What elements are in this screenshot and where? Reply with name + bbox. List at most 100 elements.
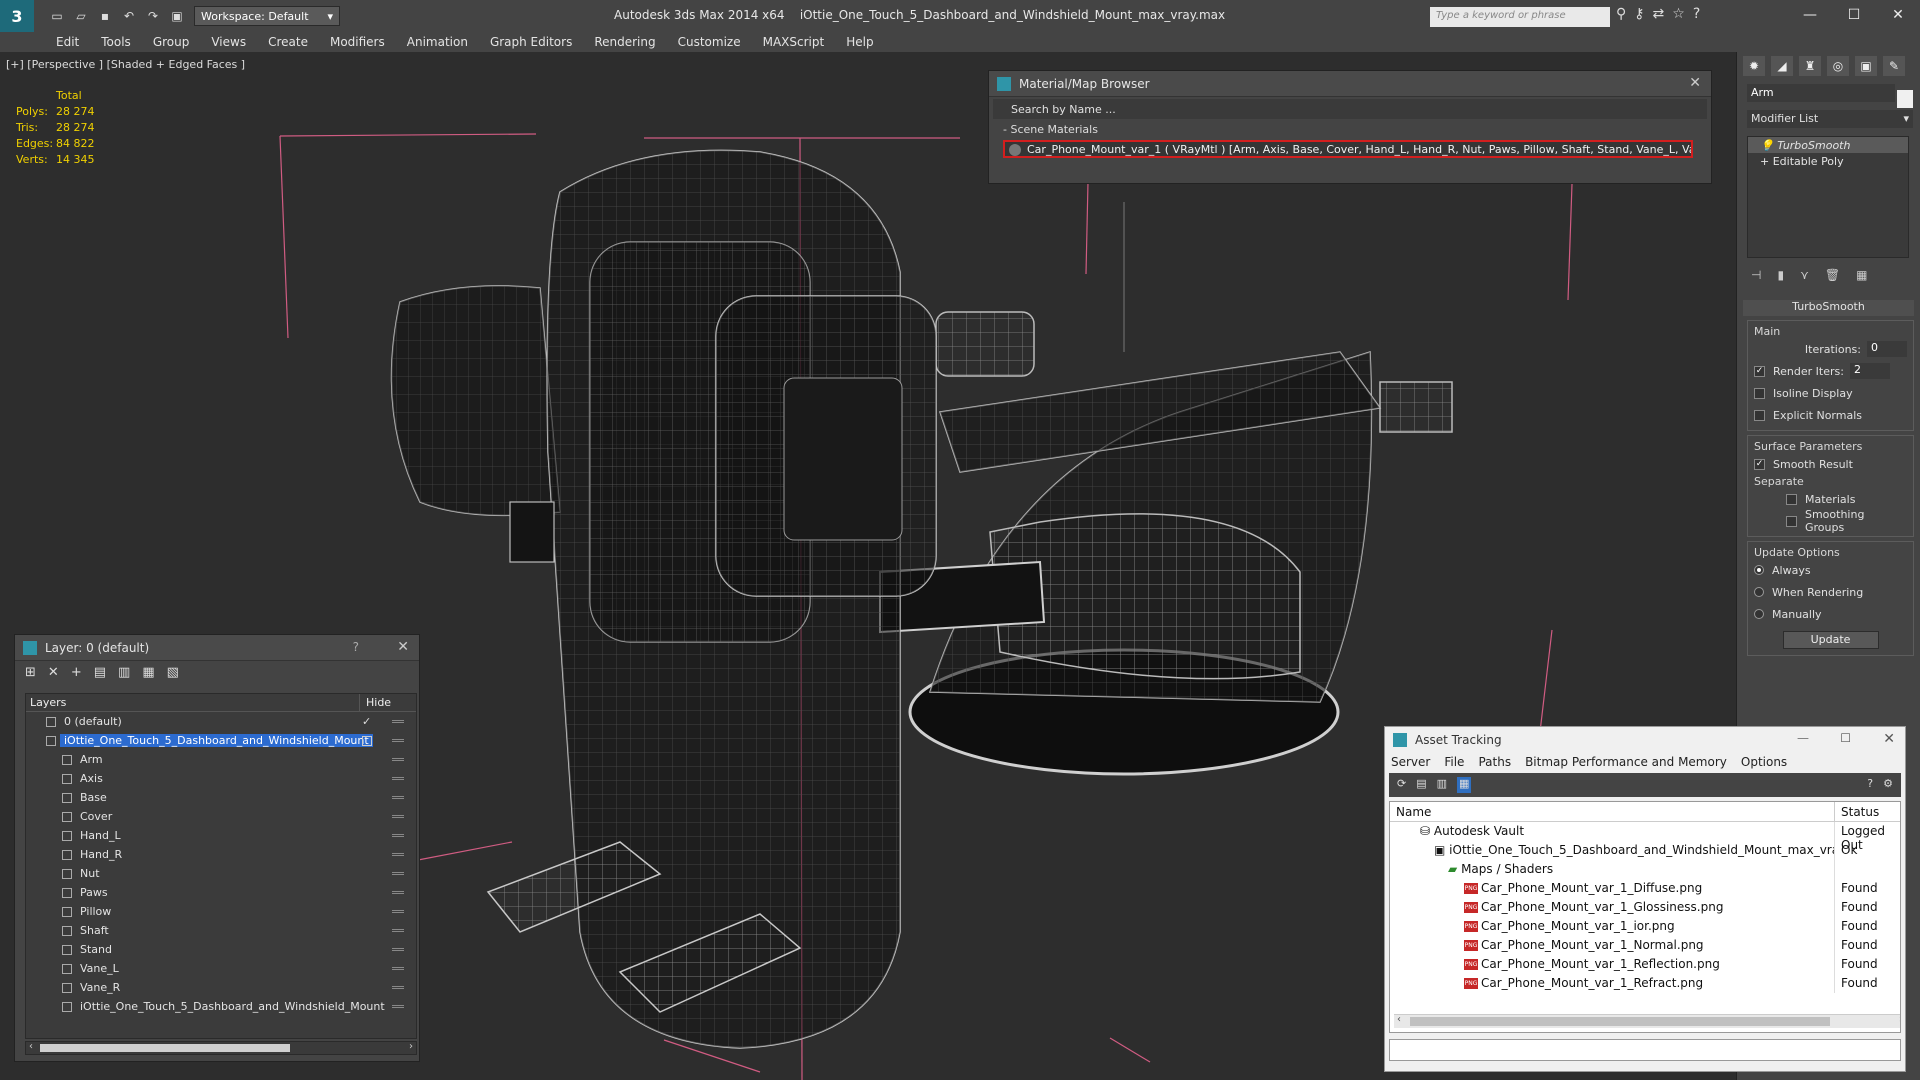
asset-row[interactable]: PNG Car_Phone_Mount_var_1_Reflection.png F…: [1390, 955, 1900, 974]
hide-toggle[interactable]: [392, 948, 404, 951]
close-icon[interactable]: ✕: [1876, 0, 1920, 30]
layer-row[interactable]: Base: [26, 788, 416, 807]
open-file-icon[interactable]: ▱: [72, 7, 90, 25]
modifier-list-dropdown[interactable]: Modifier List ▾: [1747, 110, 1913, 128]
layer-horizontal-scrollbar[interactable]: ‹ ›: [25, 1041, 417, 1055]
object-color-swatch[interactable]: [1897, 90, 1913, 108]
layer-row[interactable]: iOttie_One_Touch_5_Dashboard_and_Windshi…: [26, 731, 416, 750]
material-browser-header[interactable]: Material/Map Browser ✕: [989, 71, 1711, 97]
close-icon[interactable]: ✕: [397, 639, 409, 655]
exchange-icon[interactable]: ⇄: [1653, 6, 1665, 22]
layer-row[interactable]: Stand: [26, 940, 416, 959]
asset-row[interactable]: ⛁ Autodesk Vault Logged Out: [1390, 822, 1900, 852]
status-column-header[interactable]: Status: [1835, 802, 1900, 821]
asset-row[interactable]: ▣ iOttie_One_Touch_5_Dashboard_and_Winds…: [1390, 841, 1900, 860]
hide-toggle[interactable]: [392, 929, 404, 932]
menu-create[interactable]: Create: [268, 35, 308, 49]
freeze-all-icon[interactable]: ▧: [167, 665, 179, 681]
hide-toggle[interactable]: [392, 758, 404, 761]
layer-row[interactable]: Shaft: [26, 921, 416, 940]
select-objects-icon[interactable]: ▤: [94, 665, 106, 681]
scene-materials-section[interactable]: - Scene Materials: [995, 123, 1705, 136]
save-icon[interactable]: ▪: [96, 7, 114, 25]
current-layer-box[interactable]: [362, 735, 372, 746]
asset-menu-options[interactable]: Options: [1741, 755, 1787, 771]
settings-icon[interactable]: ⚙: [1883, 777, 1893, 793]
menu-rendering[interactable]: Rendering: [594, 35, 655, 49]
star-icon[interactable]: ☆: [1672, 6, 1685, 22]
create-layer-icon[interactable]: ⊞: [25, 665, 36, 681]
hide-toggle[interactable]: [392, 872, 404, 875]
pin-stack-icon[interactable]: ⊣: [1751, 268, 1761, 282]
hide-toggle[interactable]: [392, 891, 404, 894]
hide-toggle[interactable]: [392, 1005, 404, 1008]
hierarchy-tab-icon[interactable]: ♜: [1799, 56, 1821, 76]
list-view-icon[interactable]: ▤: [1416, 777, 1426, 793]
asset-row[interactable]: PNG Car_Phone_Mount_var_1_Diffuse.png Foun…: [1390, 879, 1900, 898]
asset-tracking-header[interactable]: Asset Tracking — ☐ ✕: [1385, 727, 1905, 753]
plus-icon[interactable]: +: [1760, 155, 1769, 168]
layer-row[interactable]: Cover: [26, 807, 416, 826]
hide-toggle[interactable]: [392, 796, 404, 799]
when-rendering-radio[interactable]: [1754, 587, 1764, 597]
name-column-header[interactable]: Name: [1390, 802, 1835, 821]
hide-toggle[interactable]: [392, 834, 404, 837]
make-unique-icon[interactable]: ⋎: [1800, 268, 1809, 282]
menu-maxscript[interactable]: MAXScript: [763, 35, 825, 49]
layer-row[interactable]: Hand_R: [26, 845, 416, 864]
scroll-left-icon[interactable]: ‹: [29, 1041, 33, 1052]
hide-toggle[interactable]: [392, 815, 404, 818]
grid-view-icon[interactable]: ▦: [1457, 777, 1472, 793]
new-file-icon[interactable]: ▭: [48, 7, 66, 25]
hide-toggle[interactable]: [392, 853, 404, 856]
menu-views[interactable]: Views: [211, 35, 246, 49]
hide-toggle[interactable]: [392, 910, 404, 913]
minimize-icon[interactable]: —: [1797, 731, 1809, 745]
asset-menu-bitmap[interactable]: Bitmap Performance and Memory: [1525, 755, 1727, 771]
iterations-spinner[interactable]: 0: [1867, 341, 1907, 357]
stack-item-editable-poly[interactable]: + Editable Poly: [1748, 153, 1908, 169]
show-end-result-icon[interactable]: ▮: [1777, 268, 1784, 282]
smoothing-groups-checkbox[interactable]: [1786, 515, 1797, 527]
asset-menu-file[interactable]: File: [1444, 755, 1464, 771]
minimize-icon[interactable]: —: [1788, 0, 1832, 30]
asset-menu-server[interactable]: Server: [1391, 755, 1430, 771]
refresh-icon[interactable]: ⟳: [1397, 777, 1406, 793]
layer-row[interactable]: Paws: [26, 883, 416, 902]
menu-animation[interactable]: Animation: [407, 35, 468, 49]
layers-column-header[interactable]: Layers: [26, 694, 360, 711]
hide-toggle[interactable]: [392, 739, 404, 742]
update-button[interactable]: Update: [1782, 631, 1879, 649]
menu-modifiers[interactable]: Modifiers: [330, 35, 385, 49]
scrollbar-thumb[interactable]: [40, 1044, 290, 1052]
close-icon[interactable]: ✕: [1689, 75, 1701, 91]
remove-modifier-icon[interactable]: 🗑: [1825, 268, 1840, 282]
undo-icon[interactable]: ↶: [120, 7, 138, 25]
scrollbar-thumb[interactable]: [1410, 1017, 1830, 1026]
layer-row[interactable]: Arm: [26, 750, 416, 769]
explicit-normals-checkbox[interactable]: [1754, 409, 1765, 421]
render-iters-checkbox[interactable]: ✓: [1754, 365, 1765, 377]
viewport-label[interactable]: [+] [Perspective ] [Shaded + Edged Faces…: [6, 58, 245, 71]
help-icon[interactable]: ?: [1867, 777, 1873, 793]
hide-toggle[interactable]: [392, 967, 404, 970]
menu-help[interactable]: Help: [846, 35, 873, 49]
layer-manager-header[interactable]: Layer: 0 (default) ? ✕: [15, 635, 419, 661]
layer-row[interactable]: Nut: [26, 864, 416, 883]
asset-row[interactable]: PNG Car_Phone_Mount_var_1_Glossiness.png F…: [1390, 898, 1900, 917]
add-selection-icon[interactable]: +: [71, 665, 82, 681]
layer-row[interactable]: iOttie_One_Touch_5_Dashboard_and_Windshi…: [26, 997, 416, 1016]
menu-tools[interactable]: Tools: [101, 35, 131, 49]
asset-row[interactable]: PNG Car_Phone_Mount_var_1_ior.png Found: [1390, 917, 1900, 936]
hide-all-icon[interactable]: ▦: [142, 665, 154, 681]
menu-edit[interactable]: Edit: [56, 35, 79, 49]
create-tab-icon[interactable]: ✹: [1743, 56, 1765, 76]
always-radio[interactable]: [1754, 565, 1764, 575]
workspace-dropdown[interactable]: Workspace: Default ▾: [194, 6, 340, 26]
hide-toggle[interactable]: [392, 720, 404, 723]
isoline-checkbox[interactable]: [1754, 387, 1765, 399]
asset-menu-paths[interactable]: Paths: [1478, 755, 1511, 771]
scroll-right-icon[interactable]: ›: [1899, 1014, 1900, 1025]
asset-row[interactable]: PNG Car_Phone_Mount_var_1_Refract.png Foun…: [1390, 974, 1900, 993]
smooth-result-checkbox[interactable]: ✓: [1754, 458, 1765, 470]
